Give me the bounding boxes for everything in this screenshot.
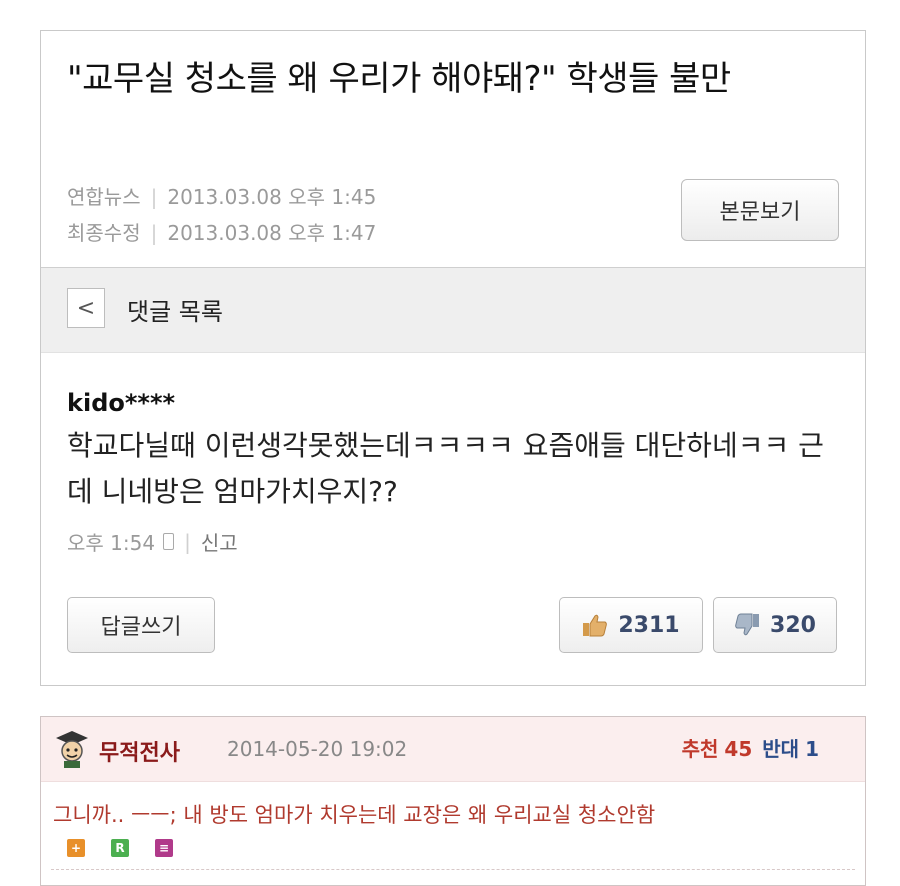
thumbs-down-icon — [735, 613, 760, 636]
graduate-avatar-icon — [56, 731, 88, 768]
second-comment-username: 무적전사 — [99, 741, 180, 766]
dislike-count: 320 — [770, 612, 816, 638]
plus-badge-icon[interactable]: + — [67, 839, 85, 857]
oppose-count: 1 — [805, 737, 819, 761]
oppose-label: 반대 — [762, 737, 800, 761]
second-comment-date: 2014-05-20 19:02 — [227, 737, 408, 761]
comment-list-header: < 댓글 목록 — [41, 267, 865, 353]
article-modified-row: 최종수정 | 2013.03.08 오후 1:47 — [67, 217, 376, 246]
view-article-button[interactable]: 본문보기 — [681, 179, 839, 241]
second-comment-body: 그니까.. ㅡㅡ; 내 방도 엄마가 치우는데 교장은 왜 우리교실 청소안함 — [53, 803, 656, 827]
menu-badge-icon[interactable]: ≡ — [155, 839, 173, 857]
report-link[interactable]: 신고 — [201, 527, 238, 556]
second-comment-header: 무적전사 2014-05-20 19:02 추천 45 반대 1 — [41, 717, 865, 782]
comment-list-title: 댓글 목록 — [127, 298, 223, 326]
badge-row: + R ≡ — [67, 839, 173, 857]
news-source: 연합뉴스 — [67, 185, 141, 209]
second-comment-votes: 추천 45 반대 1 — [682, 733, 829, 762]
article-headline: "교무실 청소를 왜 우리가 해야돼?" 학생들 불만 — [67, 59, 731, 99]
published-time: 2013.03.08 오후 1:45 — [167, 185, 377, 209]
like-button[interactable]: 2311 — [559, 597, 703, 653]
comment-meta: 오후 1:54 | 신고 — [67, 527, 238, 556]
chevron-left-icon: < — [76, 295, 96, 321]
article-card: "교무실 청소를 왜 우리가 해야돼?" 학생들 불만 연합뉴스 | 2013.03… — [40, 30, 866, 686]
divider: | — [150, 185, 158, 209]
r-badge-icon[interactable]: R — [111, 839, 129, 857]
recommend-label: 추천 — [681, 737, 719, 761]
back-button[interactable]: < — [67, 288, 105, 328]
reply-button[interactable]: 답글쓰기 — [67, 597, 215, 653]
modified-time: 2013.03.08 오후 1:47 — [167, 221, 377, 245]
modified-label: 최종수정 — [67, 221, 141, 245]
second-comment-card: 무적전사 2014-05-20 19:02 추천 45 반대 1 그니까.. ㅡㅡ; … — [40, 716, 866, 886]
divider: | — [150, 221, 158, 245]
phone-icon — [163, 533, 175, 550]
thumbs-up-icon — [583, 614, 608, 637]
comment-time: 오후 1:54 — [67, 531, 156, 555]
comment-body: 학교다닐때 이런생각못했는데ㅋㅋㅋㅋ 요즘애들 대단하네ㅋㅋ 근데 니네방은 엄… — [67, 429, 824, 508]
divider: | — [184, 529, 191, 554]
like-count: 2311 — [618, 612, 680, 638]
article-source-row: 연합뉴스 | 2013.03.08 오후 1:45 — [67, 181, 376, 210]
recommend-count: 45 — [724, 737, 753, 761]
comment-username: kido**** — [67, 389, 176, 417]
divider — [51, 869, 855, 870]
dislike-button[interactable]: 320 — [713, 597, 837, 653]
